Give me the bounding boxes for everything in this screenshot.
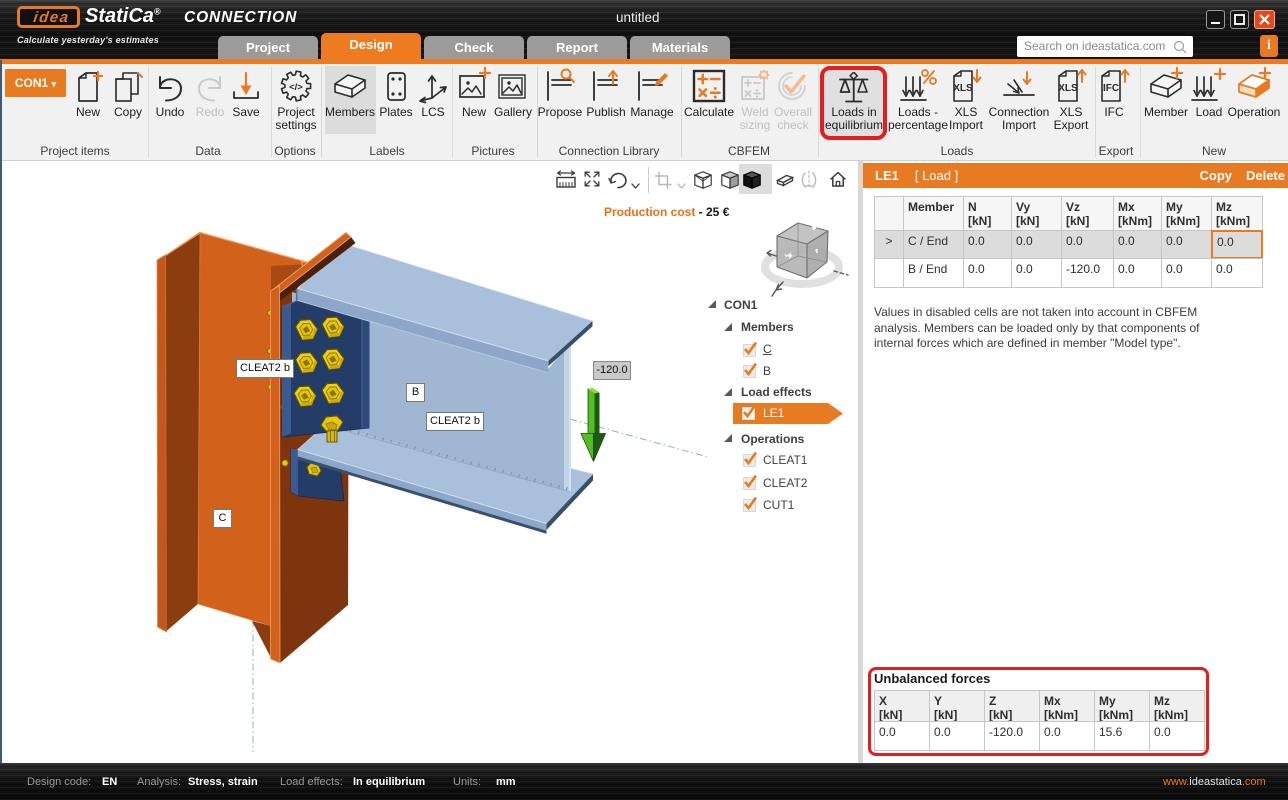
svg-text:IFC: IFC — [1103, 83, 1119, 94]
svg-text:XLS: XLS — [1058, 83, 1078, 94]
svg-text:</>: </> — [289, 82, 303, 93]
svg-text:XLS: XLS — [953, 83, 973, 94]
